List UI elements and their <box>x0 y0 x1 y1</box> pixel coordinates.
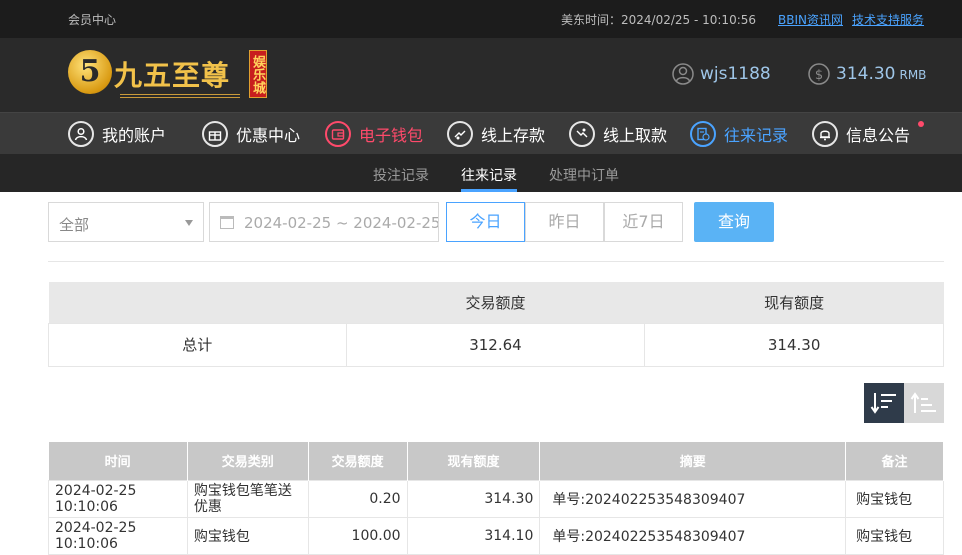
tab-pending-orders[interactable]: 处理中订单 <box>549 165 619 185</box>
summary-table: 交易额度 现有额度 总计 312.64 314.30 <box>48 282 944 367</box>
logo-badge: 娱乐城 <box>249 50 267 98</box>
table-row: 2024-02-25 10:10:06 购宝钱包 100.00 314.10 单… <box>48 516 944 555</box>
nav-label: 线上存款 <box>481 126 546 145</box>
table-row: 2024-02-25 10:10:06 购宝钱包笔笔送优惠 0.20 314.3… <box>48 479 944 518</box>
tab-transaction-records[interactable]: 往来记录 <box>461 165 517 185</box>
calendar-icon <box>220 216 234 229</box>
username: wjs1188 <box>700 64 771 84</box>
user-info[interactable]: wjs1188 <box>672 63 771 85</box>
nav-my-account[interactable]: 我的账户 <box>68 119 166 149</box>
balance-amount: 314.30 <box>836 64 896 84</box>
nav-label: 我的账户 <box>102 126 167 145</box>
eastern-time-display: 美东时间：2024/02/25 - 10:10:56 <box>561 13 757 27</box>
cell-type: 购宝钱包笔笔送优惠 <box>186 479 309 518</box>
col-type: 交易类别 <box>187 442 309 480</box>
logo-name: 九五至尊 <box>114 59 231 92</box>
summary-total-amount: 312.64 <box>345 322 646 367</box>
col-balance: 现有额度 <box>407 442 541 480</box>
gift-icon <box>202 121 228 147</box>
cell-time: 2024-02-25 10:10:06 <box>48 516 188 555</box>
top-bar: 会员中心 美东时间：2024/02/25 - 10:10:56 BBIN资讯网 … <box>0 0 962 38</box>
cell-time: 2024-02-25 10:10:06 <box>48 479 188 518</box>
filter-bar: 全部 2024-02-25 ~ 2024-02-25 今日 昨日 近7日 查询 <box>48 202 944 242</box>
tech-support-link[interactable]: 技术支持服务 <box>852 11 924 28</box>
logo-digit: 5 <box>68 50 112 94</box>
cell-remark: 购宝钱包 <box>845 516 944 555</box>
dollar-icon: $ <box>808 63 830 85</box>
summary-header-balance: 现有额度 <box>644 282 944 323</box>
withdraw-icon <box>569 121 595 147</box>
today-button[interactable]: 今日 <box>446 202 525 242</box>
cell-summary: 单号:202402253548309407 <box>539 516 847 555</box>
summary-header-blank <box>48 282 347 323</box>
sub-nav: 投注记录 往来记录 处理中订单 <box>0 154 962 192</box>
summary-header-amount: 交易额度 <box>346 282 645 323</box>
cell-balance: 314.10 <box>406 516 541 555</box>
summary-total-label: 总计 <box>48 322 347 367</box>
records-header-row: 时间 交易类别 交易额度 现有额度 摘要 备注 <box>48 442 944 480</box>
active-tab-indicator <box>461 189 517 192</box>
svg-text:$: $ <box>815 68 823 83</box>
user-avatar-icon <box>672 63 694 85</box>
col-amount: 交易额度 <box>308 442 408 480</box>
nav-transaction-records[interactable]: 往来记录 <box>690 119 788 149</box>
sort-descending-button[interactable] <box>864 383 904 423</box>
nav-label: 优惠中心 <box>236 126 301 145</box>
cell-amount: 0.20 <box>307 479 408 518</box>
logo-ornament <box>120 94 240 98</box>
col-time: 时间 <box>48 442 188 480</box>
col-remark: 备注 <box>845 442 944 480</box>
nav-label: 信息公告 <box>846 126 911 145</box>
sort-asc-icon <box>910 392 936 413</box>
tab-bet-records[interactable]: 投注记录 <box>373 165 429 185</box>
member-center-link[interactable]: 会员中心 <box>68 11 116 28</box>
cell-balance: 314.30 <box>406 479 541 518</box>
cell-type: 购宝钱包 <box>186 516 309 555</box>
nav-online-withdraw[interactable]: 线上取款 <box>569 119 667 149</box>
search-button[interactable]: 查询 <box>694 202 774 242</box>
deposit-icon <box>447 121 473 147</box>
sort-ascending-button[interactable] <box>904 383 944 423</box>
nav-e-wallet[interactable]: 电子钱包 <box>325 119 423 149</box>
wallet-icon <box>325 121 351 147</box>
bell-icon <box>812 121 838 147</box>
nav-label: 线上取款 <box>603 126 668 145</box>
cell-summary: 单号:202402253548309407 <box>539 479 847 518</box>
nav-label: 往来记录 <box>724 126 789 145</box>
notification-dot <box>918 121 924 127</box>
balance-info: $ 314.30 RMB <box>808 63 926 85</box>
transaction-type-select[interactable]: 全部 <box>48 202 204 242</box>
header: 5 九五至尊 娱乐城 wjs1188 $ 314.30 RMB <box>0 38 962 112</box>
nav-promotions[interactable]: 优惠中心 <box>202 119 300 149</box>
bbin-news-link[interactable]: BBIN资讯网 <box>778 11 843 28</box>
nav-announcements[interactable]: 信息公告 <box>812 119 910 149</box>
divider <box>48 261 944 262</box>
cell-remark: 购宝钱包 <box>845 479 944 518</box>
cell-amount: 100.00 <box>307 516 408 555</box>
user-icon <box>68 121 94 147</box>
records-table: 时间 交易类别 交易额度 现有额度 摘要 备注 2024-02-25 10:10… <box>48 442 944 555</box>
sort-desc-icon <box>870 393 896 414</box>
yesterday-button[interactable]: 昨日 <box>525 202 604 242</box>
date-range-value: 2024-02-25 ~ 2024-02-25 <box>244 214 439 232</box>
chevron-down-icon <box>185 220 193 226</box>
last-7-days-button[interactable]: 近7日 <box>604 202 683 242</box>
nav-label: 电子钱包 <box>359 126 424 145</box>
nav-online-deposit[interactable]: 线上存款 <box>447 119 545 149</box>
select-value: 全部 <box>59 216 90 234</box>
main-nav: 我的账户 优惠中心 电子钱包 线上存款 线上取款 往来记录 信息公告 <box>0 112 962 154</box>
currency-unit: RMB <box>899 68 927 82</box>
col-summary: 摘要 <box>539 442 847 480</box>
site-logo[interactable]: 5 九五至尊 娱乐城 <box>68 48 268 104</box>
summary-total-balance: 314.30 <box>644 322 944 367</box>
records-icon <box>690 121 716 147</box>
date-range-picker[interactable]: 2024-02-25 ~ 2024-02-25 <box>209 202 439 242</box>
